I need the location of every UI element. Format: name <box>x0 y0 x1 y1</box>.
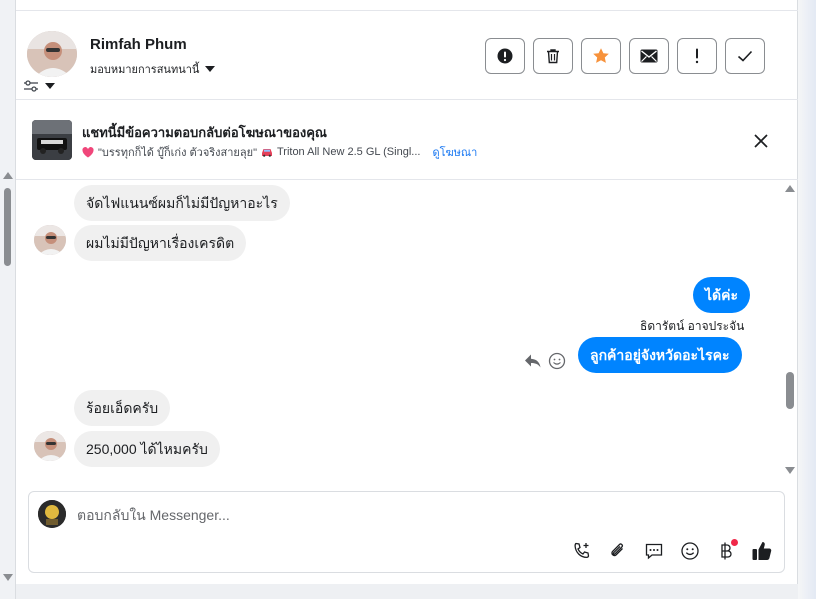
scroll-down-arrow[interactable] <box>3 574 13 581</box>
alert-circle-icon <box>497 48 513 64</box>
contact-avatar-small[interactable] <box>34 225 66 255</box>
car-icon <box>261 149 272 157</box>
filter-dropdown[interactable] <box>23 79 55 93</box>
right-edge <box>798 0 816 599</box>
contact-avatar-small[interactable] <box>34 431 66 461</box>
heart-icon <box>82 146 94 157</box>
scroll-thumb[interactable] <box>786 372 794 409</box>
notification-dot <box>731 539 738 546</box>
page-avatar <box>38 500 66 528</box>
mark-done-button[interactable] <box>725 38 765 74</box>
incoming-message[interactable]: จัดไฟแนนซ์ผมก็ไม่มีปัญหาอะไร <box>74 185 290 221</box>
thumbs-up-icon <box>752 542 772 560</box>
incoming-message[interactable]: ผมไม่มีปัญหาเรื่องเครดิต <box>74 225 247 261</box>
mark-unread-button[interactable] <box>629 38 669 74</box>
envelope-icon <box>640 49 658 63</box>
attach-button[interactable] <box>607 540 629 562</box>
reply-icon[interactable] <box>524 353 542 369</box>
ad-thumbnail[interactable] <box>32 120 72 160</box>
assign-conversation-dropdown[interactable]: มอบหมายการสนทนานี้ <box>90 60 216 78</box>
phone-plus-icon <box>574 542 590 559</box>
star-icon <box>593 48 609 63</box>
close-banner-button[interactable] <box>752 132 770 150</box>
star-button[interactable] <box>581 38 621 74</box>
reply-input[interactable] <box>77 505 757 525</box>
paperclip-icon <box>611 543 623 557</box>
ad-product-name: Triton All New 2.5 GL (Singl... <box>276 146 421 158</box>
outgoing-message[interactable]: ได้ค่ะ <box>693 277 751 313</box>
scroll-down-arrow[interactable] <box>785 467 795 474</box>
header-actions <box>485 38 765 74</box>
like-button[interactable] <box>751 540 773 562</box>
assign-label: มอบหมายการสนทนานี้ <box>90 64 200 76</box>
ad-banner-details: "บรรทุกก็ได้ บู๊ก็เก่ง ตัวจริงสายลุย" Tr… <box>82 143 477 161</box>
message-thread[interactable]: จัดไฟแนนซ์ผมก็ไม่มีปัญหาอะไร ผมไม่มีปัญห… <box>16 181 798 483</box>
ad-banner-title: แชทนี้มีข้อความตอบกลับต่อโฆษณาของคุณ <box>82 125 327 140</box>
contact-name[interactable]: Rimfah Phum <box>90 36 187 53</box>
left-scrollbar[interactable] <box>0 0 16 599</box>
view-ad-link[interactable]: ดูโฆษณา <box>432 143 477 161</box>
reply-composer <box>28 491 785 573</box>
sliders-icon <box>24 80 38 92</box>
conversation-panel: Rimfah Phum มอบหมายการสนทนานี้ แชทนี้มีข… <box>16 0 798 584</box>
trash-icon <box>547 49 559 64</box>
ad-quote: "บรรทุกก็ได้ บู๊ก็เก่ง ตัวจริงสายลุย" <box>98 147 257 159</box>
follow-up-button[interactable] <box>677 38 717 74</box>
chevron-down-icon <box>45 83 55 89</box>
scroll-up-arrow[interactable] <box>785 185 795 192</box>
chevron-down-icon <box>205 66 216 72</box>
saved-replies-button[interactable] <box>643 540 665 562</box>
incoming-message[interactable]: ร้อยเอ็ดครับ <box>74 390 171 426</box>
delete-button[interactable] <box>533 38 573 74</box>
smiley-icon <box>681 542 699 560</box>
emoji-button[interactable] <box>679 540 701 562</box>
sender-name: ธิดารัตน์ อาจประจัน <box>640 319 745 333</box>
scroll-up-arrow[interactable] <box>3 172 13 179</box>
bottom-edge <box>16 584 798 599</box>
payment-button[interactable] <box>715 539 738 562</box>
scroll-thumb[interactable] <box>4 188 11 266</box>
check-icon <box>737 50 753 62</box>
composer-toolbar <box>571 539 773 562</box>
message-hover-actions <box>524 352 566 370</box>
contact-avatar[interactable] <box>27 31 77 77</box>
smiley-icon[interactable] <box>548 352 566 370</box>
close-icon <box>754 134 768 148</box>
outgoing-message[interactable]: ลูกค้าอยู่จังหวัดอะไรคะ <box>578 337 742 373</box>
spam-button[interactable] <box>485 38 525 74</box>
exclamation-icon <box>695 48 699 64</box>
incoming-message[interactable]: 250,000 ได้ไหมครับ <box>74 431 220 467</box>
thread-scrollbar[interactable] <box>784 181 796 483</box>
conversation-header: Rimfah Phum มอบหมายการสนทนานี้ <box>16 10 798 100</box>
call-button[interactable] <box>571 540 593 562</box>
chat-bubble-icon <box>645 543 663 560</box>
ad-reply-banner: แชทนี้มีข้อความตอบกลับต่อโฆษณาของคุณ "บร… <box>16 101 798 180</box>
